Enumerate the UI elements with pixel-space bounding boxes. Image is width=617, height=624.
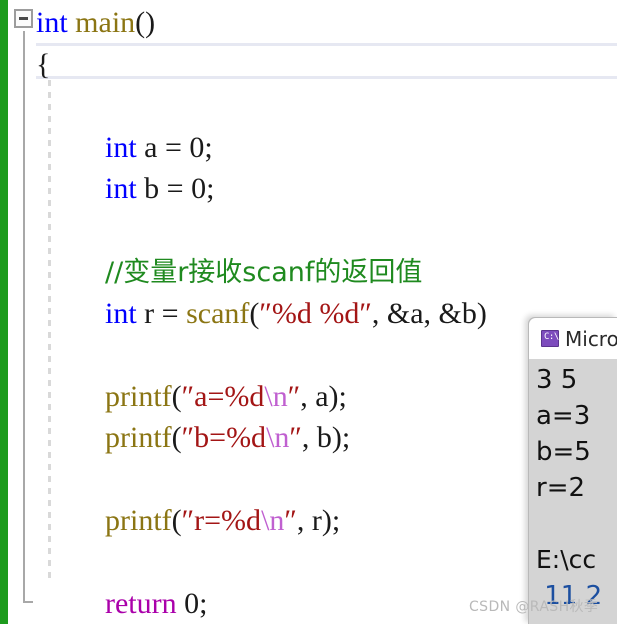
console-window-title: Micro (565, 327, 617, 351)
line-printf-a-token-2: ″a=%d (181, 379, 265, 413)
line-main-signature-token-3: () (135, 6, 156, 39)
line-printf-r-token-4: ″ (284, 504, 297, 537)
console-title-bar[interactable]: C:\ Micro (529, 318, 617, 359)
line-printf-a-token-0: printf (105, 379, 172, 413)
code-editor-surface[interactable]: int main(){int a = 0; int b = 0;//变量r接收sc… (0, 0, 617, 624)
gutter-divider (8, 0, 10, 624)
line-decl-a-token-0: int (105, 130, 137, 164)
line-scanf-token-1: r = (136, 296, 187, 330)
console-app-icon: C:\ (541, 330, 559, 347)
console-input-echo: 3 5 (536, 365, 578, 395)
changed-lines-indicator (0, 0, 8, 624)
line-main-signature-token-2: main (75, 6, 136, 39)
line-decl-b-token-1: b = 0; (136, 172, 215, 205)
console-out-a: a=3 (536, 401, 591, 431)
line-main-signature-token-0: int (36, 6, 68, 39)
line-decl-a-token-1: a = 0; (136, 130, 213, 164)
line-printf-a-token-3: \n (264, 379, 288, 413)
line-decl-b[interactable]: int b = 0; (105, 168, 214, 210)
line-printf-a[interactable]: printf(″a=%d\n″, a); (105, 376, 347, 418)
line-printf-b-token-4: ″ (289, 421, 302, 454)
line-printf-b-token-5: , b); (301, 421, 351, 454)
line-scanf-token-4: ″%d %d″ (259, 296, 372, 330)
line-return-token-1: 0; (176, 587, 208, 620)
console-exit-path: E:\cc (536, 545, 597, 574)
line-printf-b-token-1: ( (171, 421, 182, 454)
line-printf-r-token-3: \n (261, 504, 285, 537)
console-output-area[interactable]: 3 5 a=3 b=5 r=2 E:\cc 11 2 (529, 359, 617, 624)
line-open-brace[interactable]: { (36, 44, 50, 86)
line-printf-r[interactable]: printf(″r=%d\n″, r); (105, 500, 340, 542)
line-comment-scanf-token-0: //变量r接收scanf的返回值 (105, 257, 423, 288)
line-scanf-token-0: int (105, 296, 137, 330)
line-decl-a[interactable]: int a = 0; (105, 127, 213, 169)
line-printf-a-token-4: ″ (287, 379, 301, 413)
console-out-b: b=5 (536, 437, 591, 467)
line-printf-a-token-1: ( (171, 379, 182, 413)
line-scanf-token-3: ( (249, 296, 260, 330)
line-comment-scanf[interactable]: //变量r接收scanf的返回值 (105, 251, 422, 293)
line-printf-r-token-2: ″r=%d (181, 504, 262, 537)
line-printf-a-token-5: , a); (300, 379, 347, 413)
line-return[interactable]: return 0; (105, 583, 207, 624)
line-decl-b-token-0: int (105, 172, 137, 205)
line-printf-b[interactable]: printf(″b=%d\n″, b); (105, 417, 350, 459)
outlining-end-marker (23, 601, 33, 603)
line-printf-b-token-2: ″b=%d (181, 421, 267, 454)
line-main-signature[interactable]: int main() (36, 2, 155, 44)
line-printf-r-token-0: printf (105, 504, 172, 537)
line-printf-b-token-0: printf (105, 421, 172, 454)
current-line-highlight (36, 43, 617, 79)
line-scanf[interactable]: int r = scanf(″%d %d″, &a, &b) (105, 293, 487, 335)
line-printf-r-token-1: ( (171, 504, 182, 537)
watermark-text: CSDN @RASH秋季 (469, 599, 599, 615)
line-printf-b-token-3: \n (266, 421, 290, 454)
debug-console-window[interactable]: C:\ Micro 3 5 a=3 b=5 r=2 E:\cc 11 2 (528, 317, 617, 624)
collapse-minus-icon[interactable] (14, 9, 33, 28)
line-scanf-token-5: , &a, &b) (371, 296, 487, 330)
line-printf-r-token-5: , r); (296, 504, 341, 537)
line-return-token-0: return (105, 587, 177, 620)
console-out-r: r=2 (536, 473, 586, 503)
minus-glyph (19, 17, 28, 20)
line-open-brace-token-0: { (36, 47, 51, 81)
line-scanf-token-2: scanf (186, 296, 250, 330)
indent-guide (48, 80, 51, 578)
outlining-vertical-line (23, 31, 25, 603)
console-icon-label: C:\ (544, 332, 559, 342)
